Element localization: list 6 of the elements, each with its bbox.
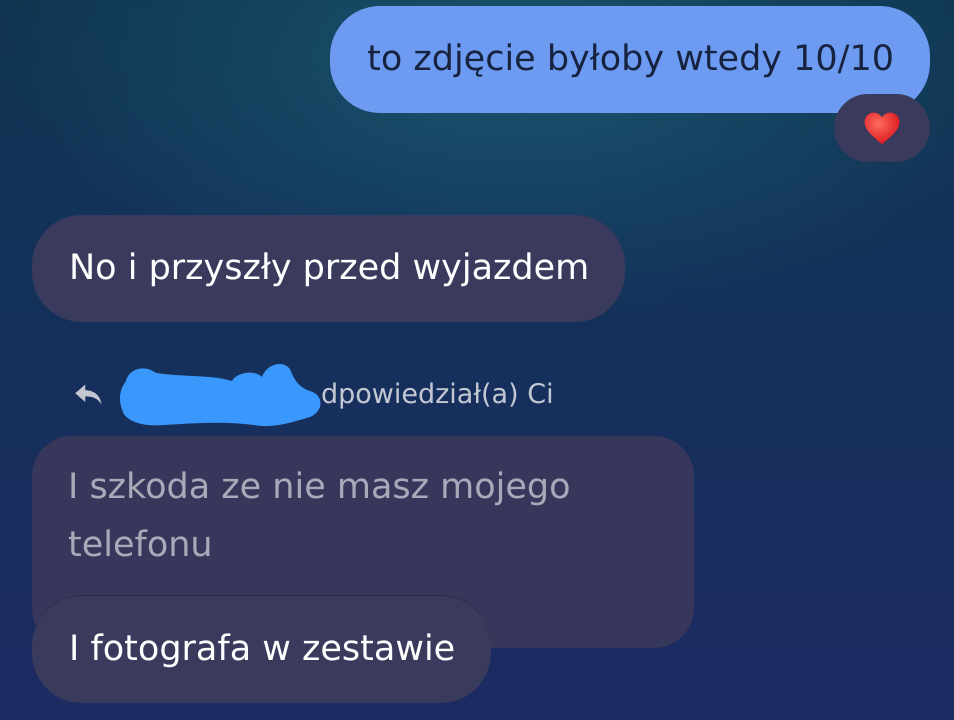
- message-bubble: No i przyszły przed wyjazdem: [32, 215, 626, 322]
- heart-icon: [863, 110, 901, 146]
- message-bubble: I fotografa w zestawie: [32, 596, 492, 703]
- reply-arrow-icon: [74, 382, 104, 406]
- reply-caption: dpowiedział(a) Ci: [321, 378, 554, 410]
- message-bubble: to zdjęcie byłoby wtedy 10/10: [330, 6, 930, 113]
